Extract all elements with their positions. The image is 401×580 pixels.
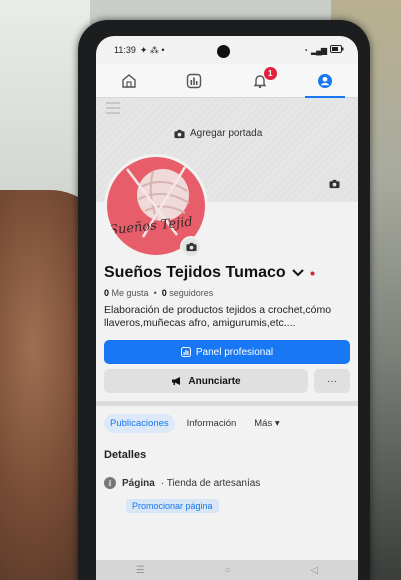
page-name: Sueños Tejidos Tumaco bbox=[104, 264, 286, 281]
camera-icon bbox=[174, 129, 185, 138]
system-nav-bar: ☰ ○ ◁ bbox=[96, 560, 358, 580]
detail-page-row: i Página · Tienda de artesanías bbox=[104, 477, 350, 490]
phone-screen: 11:39 ✦ ⁂ • ◔ ▂▄▆ 1 Agregar portada Sueñ… bbox=[96, 36, 358, 580]
tab-more[interactable]: Más ▾ bbox=[248, 414, 285, 433]
name-row: Sueños Tejidos Tumaco bbox=[104, 264, 350, 282]
page-bio: Elaboración de productos tejidos a croch… bbox=[104, 304, 332, 330]
tab-info[interactable]: Información bbox=[181, 414, 243, 433]
megaphone-icon bbox=[172, 377, 181, 386]
add-cover-label: Agregar portada bbox=[190, 128, 263, 139]
nav-insights-tab[interactable] bbox=[172, 64, 216, 98]
nav-profile-tab[interactable] bbox=[303, 64, 347, 99]
tab-posts[interactable]: Publicaciones bbox=[104, 414, 175, 434]
top-nav: 1 bbox=[96, 64, 358, 99]
notification-badge: 1 bbox=[263, 66, 277, 80]
more-options-button[interactable]: ··· bbox=[314, 369, 350, 394]
chevron-down-icon[interactable] bbox=[291, 269, 304, 277]
edit-avatar-camera-button[interactable] bbox=[180, 236, 202, 258]
profile-icon bbox=[318, 73, 333, 88]
details-title: Detalles bbox=[104, 449, 147, 462]
menu-icon[interactable] bbox=[106, 102, 120, 117]
tab-more-label: Más bbox=[254, 418, 273, 430]
profile-tabs: Publicaciones Información Más ▾ bbox=[104, 414, 350, 434]
home-icon bbox=[122, 73, 136, 88]
professional-panel-label: Panel profesional bbox=[195, 346, 274, 358]
detail-page-category: · Tienda de artesanías bbox=[160, 477, 261, 489]
section-divider bbox=[96, 401, 358, 407]
profile-section: Sueños Tejidos Tumaco 0 Me gusta • 0 seg… bbox=[96, 264, 358, 514]
followers-label: seguidores bbox=[169, 288, 214, 298]
likes-count: 0 bbox=[104, 288, 110, 298]
dashboard-icon bbox=[180, 347, 191, 358]
back-icon[interactable]: ◁ bbox=[310, 565, 318, 576]
background-window bbox=[0, 0, 90, 210]
status-icons: ✦ ⁂ • bbox=[139, 44, 165, 55]
battery-icon bbox=[330, 45, 344, 55]
page-stats: 0 Me gusta • 0 seguidores bbox=[104, 288, 214, 298]
insights-icon bbox=[187, 73, 202, 88]
camera-icon bbox=[185, 242, 197, 252]
signal-icon: ▂▄▆ bbox=[311, 45, 327, 55]
nav-home-tab[interactable] bbox=[107, 64, 151, 98]
promote-page-button[interactable]: Promocionar página bbox=[126, 499, 219, 514]
followers-count: 0 bbox=[161, 288, 167, 298]
advertise-label: Anunciarte bbox=[188, 375, 241, 387]
likes-label: Me gusta bbox=[111, 288, 149, 298]
camera-icon bbox=[328, 179, 340, 189]
nav-notifications-tab[interactable]: 1 bbox=[238, 64, 282, 98]
add-cover-button[interactable]: Agregar portada bbox=[174, 128, 262, 139]
edit-cover-camera-button[interactable] bbox=[324, 174, 344, 194]
home-button-icon[interactable]: ○ bbox=[225, 565, 231, 576]
recent-apps-icon[interactable]: ☰ bbox=[136, 565, 145, 576]
info-icon: i bbox=[104, 477, 116, 490]
detail-page-label: Página bbox=[122, 477, 155, 489]
caret-down-icon: ▾ bbox=[274, 418, 280, 430]
secondary-actions: Anunciarte ··· bbox=[104, 369, 350, 394]
professional-panel-button[interactable]: Panel profesional bbox=[104, 340, 350, 365]
advertise-button[interactable]: Anunciarte bbox=[104, 369, 308, 394]
front-camera bbox=[217, 45, 230, 58]
red-dot-icon bbox=[310, 271, 315, 275]
wifi-icon: ◔ bbox=[303, 45, 308, 55]
status-time: 11:39 bbox=[114, 45, 136, 55]
